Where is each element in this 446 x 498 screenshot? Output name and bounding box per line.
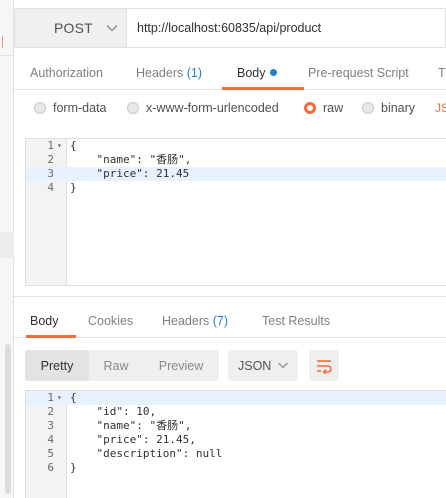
code-text: "description": null <box>70 447 223 460</box>
tab-authorization[interactable]: Authorization <box>30 66 103 80</box>
wrap-lines-icon <box>317 359 332 374</box>
tab-label: Cookies <box>88 314 134 328</box>
code-text: { <box>70 391 77 404</box>
sidebar-selected-item[interactable] <box>0 232 14 258</box>
radio-label: x-www-form-urlencoded <box>146 101 279 115</box>
line-number: 2 <box>47 405 54 418</box>
radio-selected-icon <box>304 102 316 114</box>
format-toggle: Pretty Raw Preview <box>25 350 219 381</box>
code-text: } <box>70 181 77 194</box>
chevron-down-icon <box>106 24 118 32</box>
wrap-lines-button[interactable] <box>309 350 339 381</box>
tab-response-body[interactable]: Body <box>30 314 59 328</box>
sidebar-divider <box>0 55 14 56</box>
fold-arrow-icon[interactable]: ▾ <box>57 139 65 153</box>
radio-form-data[interactable]: form-data <box>34 101 107 115</box>
tab-count-badge: (7) <box>212 314 229 328</box>
radio-label: form-data <box>53 101 107 115</box>
request-url-bar: POST http://localhost:60835/api/product <box>14 8 446 48</box>
code-line: 6 } <box>26 461 446 475</box>
tab-pre-request-script[interactable]: Pre-request Script <box>308 66 409 80</box>
tab-tests[interactable]: T <box>438 66 446 80</box>
tab-test-results[interactable]: Test Results <box>262 314 330 328</box>
tab-label: Test Results <box>262 314 331 328</box>
tab-label: Headers <box>162 314 210 328</box>
code-text: "price": 21.45 <box>70 167 190 180</box>
radio-binary[interactable]: binary <box>362 101 415 115</box>
code-text: "name": "香肠", <box>70 419 192 432</box>
modified-dot-icon <box>269 69 277 76</box>
sidebar-marker: │ <box>0 37 7 48</box>
tab-body[interactable]: Body <box>237 66 277 80</box>
code-text: } <box>70 461 77 474</box>
pane-splitter[interactable] <box>14 296 446 297</box>
radio-label: binary <box>381 101 416 115</box>
code-text: "id": 10, <box>70 405 157 418</box>
method-label: POST <box>54 20 93 36</box>
tab-label: Headers <box>136 66 184 80</box>
code-line: 4 } <box>26 181 446 195</box>
code-text: { <box>70 139 77 152</box>
code-line-active: 1 ▾ { <box>26 391 446 405</box>
line-number: 5 <box>47 447 54 460</box>
radio-circle-icon <box>127 102 139 114</box>
tab-label: Body <box>30 314 59 328</box>
active-tab-indicator <box>222 87 304 90</box>
tab-count-badge: (1) <box>186 66 203 80</box>
code-line: 3 "name": "香肠", <box>26 419 446 433</box>
tab-headers[interactable]: Headers (1) <box>136 66 202 80</box>
response-tabs: Body Cookies Headers (7) Test Results <box>14 304 446 338</box>
response-body-viewer[interactable]: 1 ▾ { 2 "id": 10, 3 "name": "香肠", 4 "pri… <box>25 390 446 498</box>
response-language-select[interactable]: JSON <box>228 350 298 381</box>
line-number: 6 <box>47 461 54 474</box>
request-tabs: Authorization Headers (1) Body Pre-reque… <box>14 56 446 90</box>
code-line-active: 3 "price": 21.45 <box>26 167 446 181</box>
line-number: 4 <box>47 433 54 446</box>
sidebar-edge: │ <box>0 0 14 498</box>
body-mode-options: form-data x-www-form-urlencoded raw bina… <box>14 96 446 126</box>
line-number: 3 <box>47 167 54 180</box>
tab-cookies[interactable]: Cookies <box>88 314 133 328</box>
tab-label: T <box>438 66 446 80</box>
fold-arrow-icon[interactable]: ▾ <box>57 391 65 405</box>
tab-response-headers[interactable]: Headers (7) <box>162 314 228 328</box>
code-line: 2 "id": 10, <box>26 405 446 419</box>
line-number: 4 <box>47 181 54 194</box>
method-select[interactable]: POST <box>14 8 126 48</box>
chevron-down-icon <box>277 362 289 369</box>
active-tab-indicator <box>26 335 76 338</box>
content-type-select[interactable]: JS <box>435 101 446 115</box>
url-input[interactable]: http://localhost:60835/api/product <box>126 8 446 48</box>
code-line: 5 "description": null <box>26 447 446 461</box>
tab-label: Pre-request Script <box>308 66 409 80</box>
content-type-label: JS <box>435 101 446 115</box>
language-label: JSON <box>238 358 272 373</box>
radio-label: raw <box>323 101 344 115</box>
tab-label: Body <box>237 66 266 80</box>
code-line: 4 "price": 21.45, <box>26 433 446 447</box>
radio-raw[interactable]: raw <box>304 101 343 115</box>
sidebar-scrollbar[interactable] <box>5 344 11 494</box>
line-number: 1 <box>47 391 54 404</box>
code-text: "price": 21.45, <box>70 433 196 446</box>
code-line: 1 ▾ { <box>26 139 446 153</box>
line-number: 3 <box>47 419 54 432</box>
tab-label: Authorization <box>30 66 103 80</box>
preview-button[interactable]: Preview <box>143 350 219 381</box>
code-line: 2 "name": "香肠", <box>26 153 446 167</box>
radio-circle-icon <box>34 102 46 114</box>
raw-button[interactable]: Raw <box>89 350 143 381</box>
line-number: 1 <box>47 139 54 152</box>
line-number: 2 <box>47 153 54 166</box>
request-body-editor[interactable]: 1 ▾ { 2 "name": "香肠", 3 "price": 21.45 4… <box>25 138 446 286</box>
pretty-button[interactable]: Pretty <box>25 350 89 381</box>
radio-urlencoded[interactable]: x-www-form-urlencoded <box>127 101 279 115</box>
radio-circle-icon <box>362 102 374 114</box>
code-text: "name": "香肠", <box>70 153 192 166</box>
